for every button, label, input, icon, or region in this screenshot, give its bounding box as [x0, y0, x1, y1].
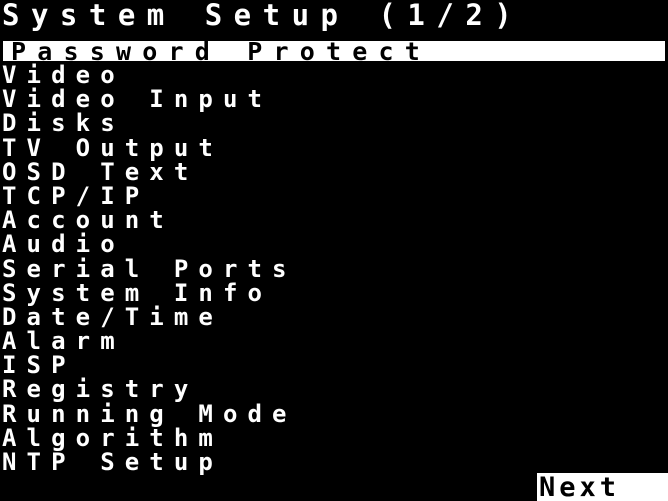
menu-item-video[interactable]: Video: [0, 63, 668, 87]
menu-item-tcp-ip[interactable]: TCP/IP: [0, 184, 668, 208]
setup-menu: Password Protect Video Video Input Disks…: [0, 38, 668, 474]
menu-item-algorithm[interactable]: Algorithm: [0, 426, 668, 450]
menu-item-tv-output[interactable]: TV Output: [0, 135, 668, 160]
menu-item-audio[interactable]: Audio: [0, 232, 668, 257]
menu-item-date-time[interactable]: Date/Time: [0, 305, 668, 329]
menu-item-isp[interactable]: ISP: [0, 353, 668, 377]
page-title: System Setup (1/2): [2, 0, 524, 32]
menu-item-osd-text[interactable]: OSD Text: [0, 160, 668, 184]
menu-item-disks[interactable]: Disks: [0, 111, 668, 136]
next-button[interactable]: Next: [537, 473, 668, 501]
menu-item-alarm[interactable]: Alarm: [0, 329, 668, 353]
menu-item-ntp-setup[interactable]: NTP Setup: [0, 450, 668, 474]
menu-item-video-input[interactable]: Video Input: [0, 87, 668, 111]
menu-item-serial-ports[interactable]: Serial Ports: [0, 256, 668, 281]
menu-item-registry[interactable]: Registry: [0, 377, 668, 402]
menu-item-account[interactable]: Account: [0, 208, 668, 232]
menu-item-system-info[interactable]: System Info: [0, 280, 668, 305]
menu-item-running-mode[interactable]: Running Mode: [0, 401, 668, 426]
